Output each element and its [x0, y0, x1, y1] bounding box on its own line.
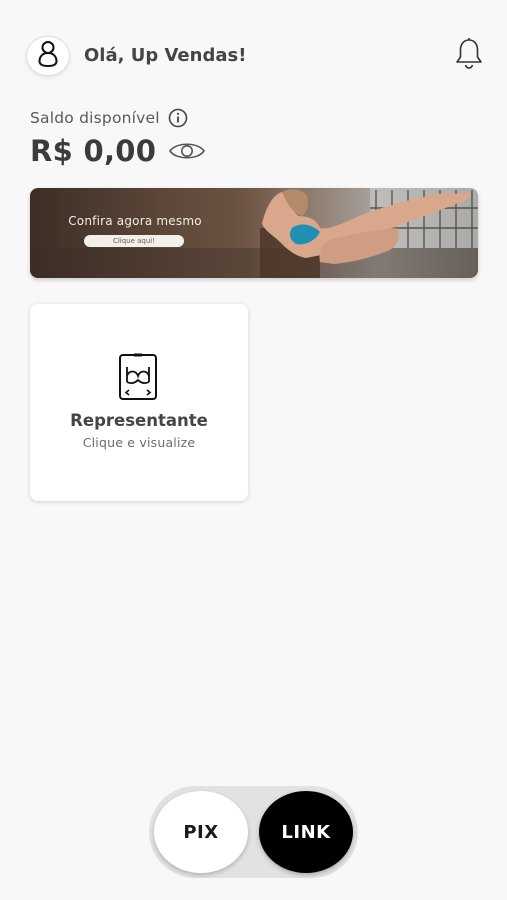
- balance-label-row: Saldo disponível: [30, 107, 188, 129]
- balance-label: Saldo disponível: [30, 109, 160, 127]
- card-subtitle: Clique e visualize: [82, 435, 196, 450]
- payment-method-toggle: PIX LINK: [149, 786, 358, 878]
- bell-icon: [453, 37, 485, 75]
- notifications-button[interactable]: [452, 38, 486, 74]
- profile-avatar-button[interactable]: [26, 36, 70, 76]
- balance-value: R$ 0,00: [30, 134, 157, 168]
- pix-option-button[interactable]: PIX: [154, 791, 248, 873]
- banner-cta-button[interactable]: Clique aqui!: [84, 235, 184, 247]
- greeting-text: Olá, Up Vendas!: [84, 45, 247, 66]
- representante-card[interactable]: Representante Clique e visualize: [30, 304, 248, 501]
- card-title: Representante: [70, 411, 208, 430]
- lingerie-catalog-icon: [116, 352, 160, 402]
- link-option-button[interactable]: LINK: [259, 791, 353, 873]
- banner-title: Confira agora mesmo: [68, 214, 202, 228]
- eye-icon[interactable]: [168, 139, 206, 163]
- balance-row: R$ 0,00: [30, 131, 206, 171]
- app-header: Olá, Up Vendas!: [26, 36, 486, 78]
- user-icon: [36, 40, 60, 72]
- info-icon[interactable]: [168, 108, 188, 128]
- banner-photo: [30, 188, 478, 278]
- promo-banner[interactable]: Confira agora mesmo Clique aqui!: [30, 188, 478, 278]
